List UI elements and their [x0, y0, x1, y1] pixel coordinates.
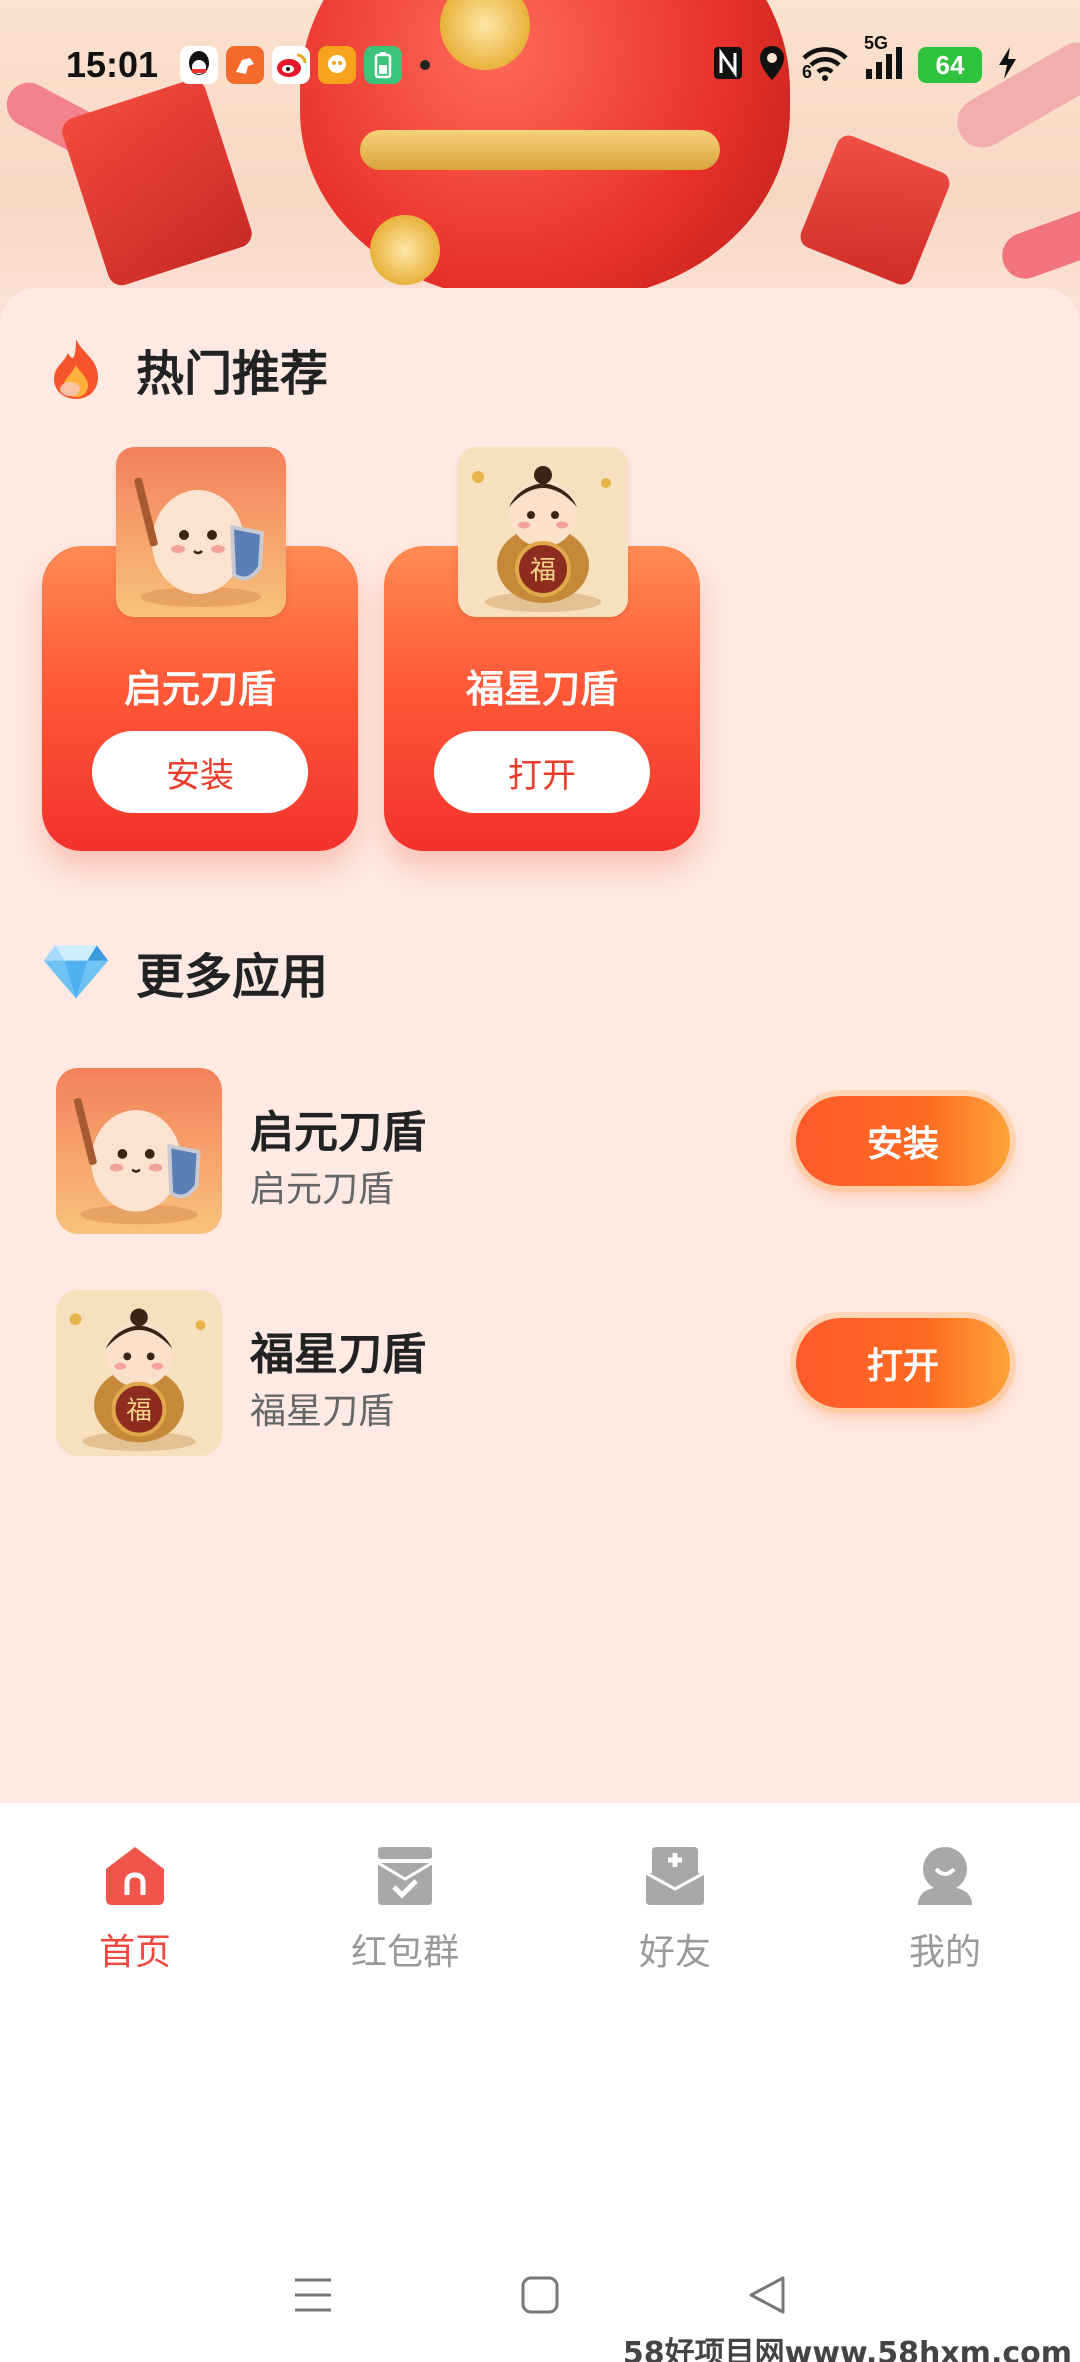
weibo-icon	[272, 46, 311, 84]
status-bar: 15:01 6 5G 64	[0, 33, 1080, 90]
app-icon	[318, 46, 357, 84]
home-icon	[106, 1847, 164, 1905]
svg-text:福: 福	[126, 1395, 151, 1425]
app-title: 启元刀盾	[250, 1107, 426, 1158]
friends-icon	[645, 1847, 705, 1905]
egg-warrior-icon	[56, 1068, 222, 1234]
back-icon[interactable]	[747, 2275, 787, 2315]
wifi-icon: 6	[800, 44, 850, 86]
tab-profile[interactable]: 我的	[810, 1803, 1080, 1993]
location-icon	[758, 44, 786, 86]
more-notifications-dot	[420, 60, 431, 70]
battery-app-icon	[364, 46, 403, 84]
profile-icon	[918, 1847, 972, 1905]
section-title: 热门推荐	[136, 346, 329, 402]
red-envelope-decoration	[58, 76, 256, 289]
signal-icon: 5G	[864, 33, 904, 85]
horse-app-icon	[226, 46, 265, 84]
system-nav-bar	[0, 2250, 1080, 2340]
bottom-tab-bar: 首页 红包群 好友 我的	[0, 1803, 1080, 1993]
tab-friends[interactable]: 好友	[540, 1803, 810, 1993]
tab-label: 首页	[98, 1932, 171, 1973]
qq-icon	[180, 46, 219, 84]
red-envelope-decoration	[796, 131, 954, 289]
watermark: 58好项目网www.58hxm.com	[622, 2336, 1072, 2362]
menu-icon[interactable]	[293, 2277, 333, 2313]
list-item[interactable]: 启元刀盾 启元刀盾 安装	[56, 1068, 1026, 1234]
app-subtitle: 福星刀盾	[250, 1391, 395, 1432]
section-title: 更多应用	[136, 949, 329, 1005]
battery-indicator: 64	[918, 47, 982, 83]
fire-icon	[42, 335, 110, 403]
network-type-label: 5G	[864, 33, 889, 53]
diamond-icon	[42, 938, 110, 1006]
install-button[interactable]: 安装	[796, 1096, 1010, 1186]
app-title: 福星刀盾	[250, 1329, 426, 1380]
hot-section-header: 热门推荐	[42, 334, 328, 404]
system-status-icons: 6 5G 64	[712, 33, 1018, 86]
status-time: 15:01	[66, 44, 159, 85]
install-button[interactable]: 安装	[92, 731, 308, 813]
tab-label: 红包群	[350, 1932, 459, 1973]
charging-icon	[996, 45, 1018, 85]
ribbon-decoration	[995, 200, 1080, 286]
open-button[interactable]: 打开	[796, 1318, 1010, 1408]
more-section-header: 更多应用	[42, 937, 328, 1007]
tab-label: 我的	[908, 1932, 981, 1973]
fortune-kid-icon[interactable]: 福	[458, 447, 628, 617]
tab-label: 好友	[638, 1932, 711, 1973]
hot-app-name: 启元刀盾	[123, 667, 276, 711]
fortune-kid-icon: 福	[56, 1290, 222, 1456]
wifi-label: 6	[802, 62, 813, 82]
home-nav-icon[interactable]	[520, 2275, 560, 2315]
tab-red-packet-group[interactable]: 红包群	[270, 1803, 540, 1993]
tab-home[interactable]: 首页	[0, 1803, 270, 1993]
app-subtitle: 启元刀盾	[250, 1169, 395, 1210]
egg-warrior-icon[interactable]	[116, 447, 286, 617]
open-button[interactable]: 打开	[434, 731, 650, 813]
notification-icons	[180, 46, 431, 84]
nfc-icon	[712, 45, 744, 85]
svg-text:福: 福	[530, 556, 556, 586]
bag-rope-decoration	[360, 130, 720, 170]
red-packet-group-icon	[377, 1847, 433, 1905]
coin-decoration	[370, 215, 440, 285]
list-item[interactable]: 福 福星刀盾 福星刀盾 打开	[56, 1290, 1026, 1456]
hot-app-name: 福星刀盾	[465, 667, 618, 711]
